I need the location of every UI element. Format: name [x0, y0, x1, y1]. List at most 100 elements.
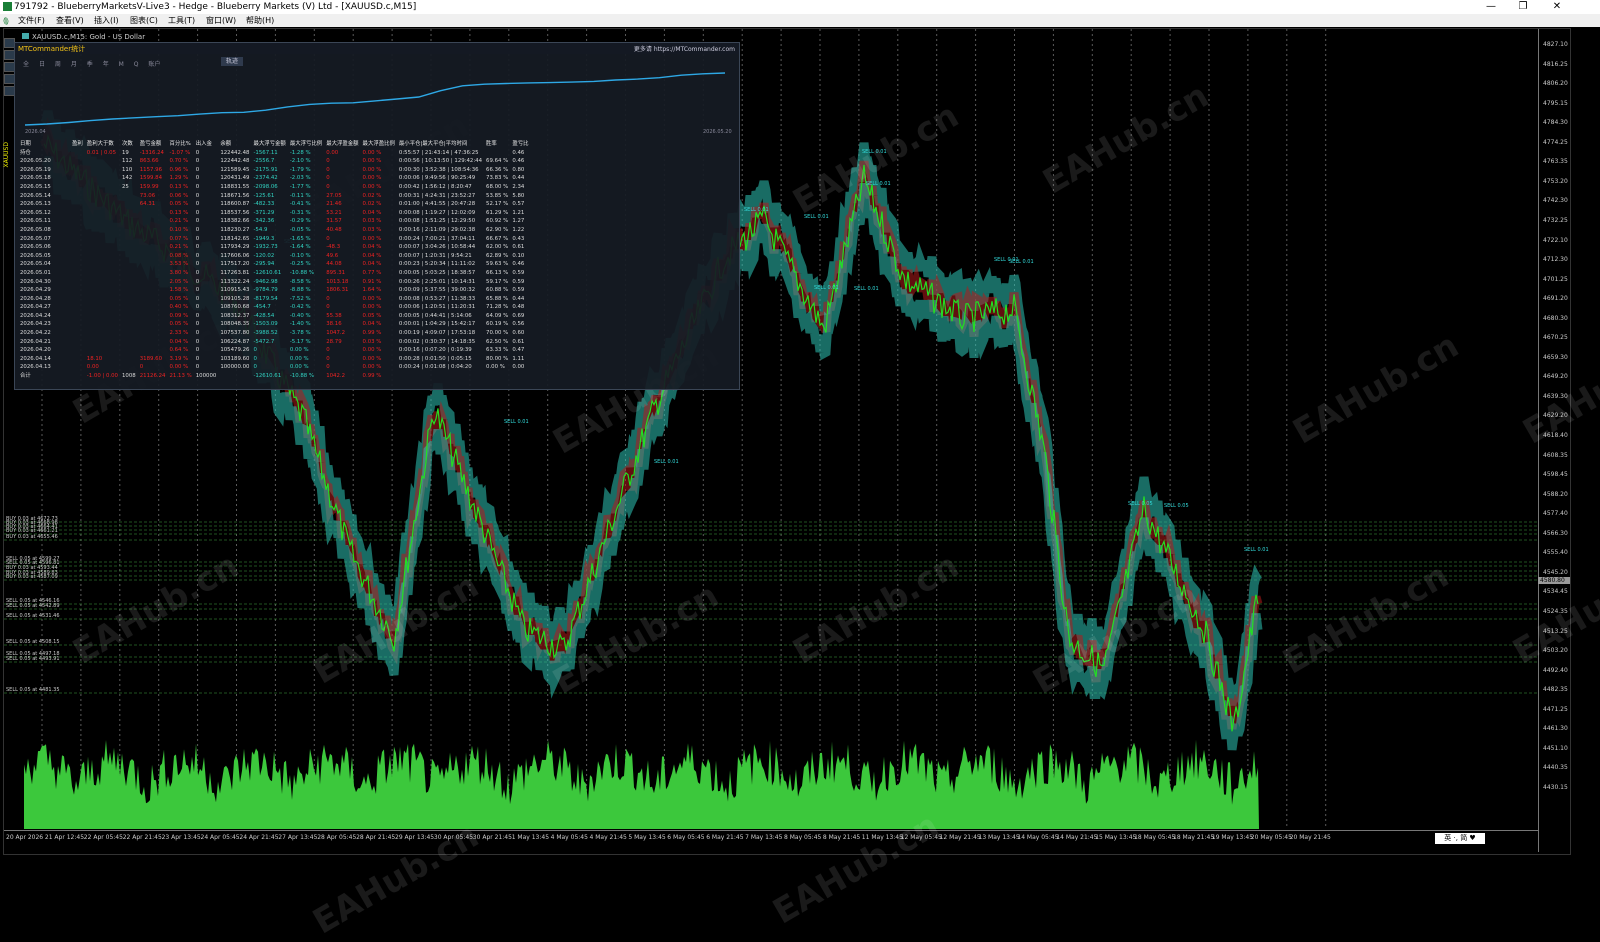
stats-row[interactable]: 2026.05.01 3.80 % 0 117263.81 -12610.61 -10.8… — [18, 269, 531, 278]
stats-cell: 0:00:19 | 4:09:07 | 17:53:18 — [398, 330, 476, 337]
price-tick: 4566.30 — [1543, 529, 1568, 537]
stats-row[interactable]: 2026.04.30 2.05 % 0 113322.24 -9462.98 -8.58 … — [18, 278, 531, 287]
stats-cell: 0.06 % — [169, 192, 189, 199]
stats-row[interactable]: 2026.05.14 73.06 0.06 % 0 118671.56 -125.61 -0… — [18, 192, 531, 201]
stats-row[interactable]: 2026.04.24 0.09 % 0 108312.37 -428.54 -0.40 %… — [18, 312, 531, 321]
stats-cell: 0.04 % — [362, 261, 382, 268]
stats-cell — [70, 355, 85, 364]
stats-cell: 2026.05.11 — [20, 218, 51, 225]
price-tick: 4806.20 — [1543, 80, 1568, 88]
stats-row[interactable]: 2026.05.15 25 159.99 0.13 % 0 118831.55 -2098.… — [18, 183, 531, 192]
stats-row[interactable]: 2026.05.13 64.31 0.05 % 0 118600.87 -482.33 -0… — [18, 200, 531, 209]
price-tick: 4680.30 — [1543, 314, 1568, 322]
stats-cell: 0 — [195, 321, 200, 328]
stats-row[interactable]: 2026.04.20 0.64 % 0 105479.26 0 0.00 % 0 0.00 %… — [18, 346, 531, 355]
ime-indicator[interactable]: 英 ·, 简 ♥ — [1435, 833, 1485, 844]
stats-cell: -12610.61 — [253, 269, 282, 276]
stats-row[interactable]: 2026.05.08 0.10 % 0 118230.27 -54.9 -0.05 % 40… — [18, 226, 531, 235]
menu-help[interactable]: 帮助(H) — [246, 14, 274, 27]
stats-cell — [70, 312, 85, 321]
stats-row[interactable]: 2026.05.18 142 1599.84 1.29 % 0 120431.49 -237… — [18, 174, 531, 183]
stats-cell: 0.02 % — [362, 201, 382, 208]
menu-chart[interactable]: 图表(C) — [130, 14, 158, 27]
stats-cell: -0.42 % — [289, 304, 311, 311]
stats-cell — [85, 295, 120, 304]
menu-tools[interactable]: 工具(T) — [168, 14, 195, 27]
mtcommander-stats-panel[interactable]: MTCommander统计 更多请 https://MTCommander.co… — [14, 42, 740, 390]
menu-view[interactable]: 查看(V) — [56, 14, 84, 27]
menu-file[interactable]: 文件(F) — [18, 14, 45, 27]
menu-window[interactable]: 窗口(W) — [206, 14, 236, 27]
stats-cell: 0:00:07 | 1:20:31 | 9:54:21 — [398, 252, 472, 259]
stats-header-cell: 次数 — [122, 141, 133, 147]
stats-cell: 0 — [195, 364, 200, 371]
stats-row[interactable]: 2026.05.06 0.21 % 0 117934.29 -1932.73 -1.64 … — [18, 243, 531, 252]
stats-cell — [70, 200, 85, 209]
restore-button[interactable]: ❐ — [1508, 0, 1538, 14]
stats-header-cell: 最大浮盈金额 — [326, 141, 359, 147]
stats-row[interactable]: 2026.05.12 0.13 % 0 118537.56 -371.29 -0.31 %… — [18, 209, 531, 218]
stats-row[interactable]: 2026.05.07 0.07 % 0 118142.65 -1949.3 -1.65 %… — [18, 235, 531, 244]
stats-cell: 3189.60 — [139, 355, 163, 362]
time-tick: 6 May 21:45 — [706, 834, 744, 841]
stats-row[interactable]: 持仓 0.01 | 0.05 19 -1316.24 -1.07 % 0 122442.48… — [18, 149, 531, 158]
stats-cell: 合计 — [20, 373, 31, 380]
stats-cell: 0 — [326, 304, 330, 311]
panel-website-link[interactable]: 更多请 https://MTCommander.com — [634, 44, 735, 53]
stats-cell: 2026.05.06 — [20, 244, 51, 251]
stats-cell — [138, 235, 168, 244]
order-level-label: BUY 0.03 at 4655.46 — [6, 534, 58, 540]
stats-row[interactable]: 2026.04.14 18.10 3189.60 3.19 % 0 103189.60 0 0… — [18, 355, 531, 364]
app-icon — [3, 2, 12, 11]
stats-cell — [120, 235, 138, 244]
close-button[interactable]: ✕ — [1542, 0, 1572, 14]
time-tick: 8 May 21:45 — [822, 834, 861, 841]
stats-cell: 3.53 % — [169, 261, 189, 268]
stats-cell: 53.21 — [326, 209, 342, 216]
stats-cell — [85, 329, 120, 338]
stats-row[interactable]: 2026.04.29 1.58 % 0 110915.43 -9784.79 -8.88 … — [18, 286, 531, 295]
stats-row[interactable]: 2026.05.20 112 863.66 0.70 % 0 122442.48 -2556… — [18, 157, 531, 166]
stats-row[interactable]: 2026.04.28 0.05 % 0 109105.28 -8179.54 -7.52 … — [18, 295, 531, 304]
stats-cell — [138, 252, 168, 261]
stats-cell — [70, 209, 85, 218]
stats-row[interactable]: 2026.05.04 3.53 % 0 117517.20 -295.94 -0.25 %… — [18, 260, 531, 269]
stats-cell: 0.08 % — [169, 252, 189, 259]
stats-cell: -8179.54 — [253, 295, 278, 302]
stats-cell: 106224.87 — [220, 338, 250, 345]
stats-cell: 0 — [195, 338, 200, 345]
stats-cell — [85, 157, 120, 166]
stats-cell: -1932.73 — [253, 244, 278, 251]
track-button[interactable]: 轨迹 — [221, 57, 244, 66]
stats-cell — [484, 372, 510, 381]
menu-insert[interactable]: 插入(I) — [94, 14, 119, 27]
stats-cell: -0.05 % — [289, 226, 311, 233]
minimize-button[interactable]: — — [1476, 0, 1506, 14]
stats-row[interactable]: 2026.05.19 110 1157.96 0.96 % 0 121589.45 -217… — [18, 166, 531, 175]
stats-cell: 2026.04.28 — [20, 295, 51, 302]
stats-row[interactable]: 2026.05.05 0.08 % 0 117606.06 -120.02 -0.10 %… — [18, 252, 531, 261]
stats-row[interactable]: 2026.04.21 0.04 % 0 106224.87 -5472.7 -5.17 %… — [18, 338, 531, 347]
stats-cell: -428.54 — [253, 312, 275, 319]
time-axis[interactable]: 20 Apr 2026 21 Apr 12:45 22 Apr 05:45 22 Ap… — [4, 830, 1538, 853]
stats-cell: 0 — [253, 355, 257, 362]
stats-row[interactable]: 2026.04.27 0.40 % 0 108760.68 -454.7 -0.42 % 0… — [18, 303, 531, 312]
stats-cell: -1.28 % — [289, 149, 311, 156]
time-tick: 27 Apr 13:45 — [278, 834, 318, 841]
stats-row[interactable]: 2026.04.13 0.00 0 0.00 % 0 100000.00 0 0.00 % 0 0… — [18, 363, 531, 372]
stats-cell — [70, 329, 85, 338]
time-tick: 18 May 21:45 — [1173, 834, 1215, 841]
stats-row[interactable]: 合计 -1.00 | 0.00 1008 21126.24 21.13 % 100000 -… — [18, 372, 531, 381]
sell-order-tag: SELL 0.01 — [654, 459, 679, 465]
stats-row[interactable]: 2026.04.22 2.33 % 0 107537.80 -3988.52 -3.78 … — [18, 329, 531, 338]
stats-cell: 2026.05.13 — [20, 201, 51, 208]
stats-cell: 863.66 — [139, 158, 159, 165]
stats-cell: 142 — [122, 175, 133, 182]
stats-row[interactable]: 2026.04.23 0.05 % 0 108048.35 -1503.09 -1.40 … — [18, 320, 531, 329]
stats-cell: 0.46 — [512, 149, 525, 156]
stats-row[interactable]: 2026.05.11 0.21 % 0 118382.66 -342.36 -0.29 %… — [18, 217, 531, 226]
mt-logo-icon[interactable]: ⟬⟭ — [3, 14, 9, 27]
time-tick: 22 Apr 21:45 — [122, 834, 162, 841]
stats-cell: 2.05 % — [169, 278, 189, 285]
stats-cell: 0.00 — [86, 364, 99, 371]
